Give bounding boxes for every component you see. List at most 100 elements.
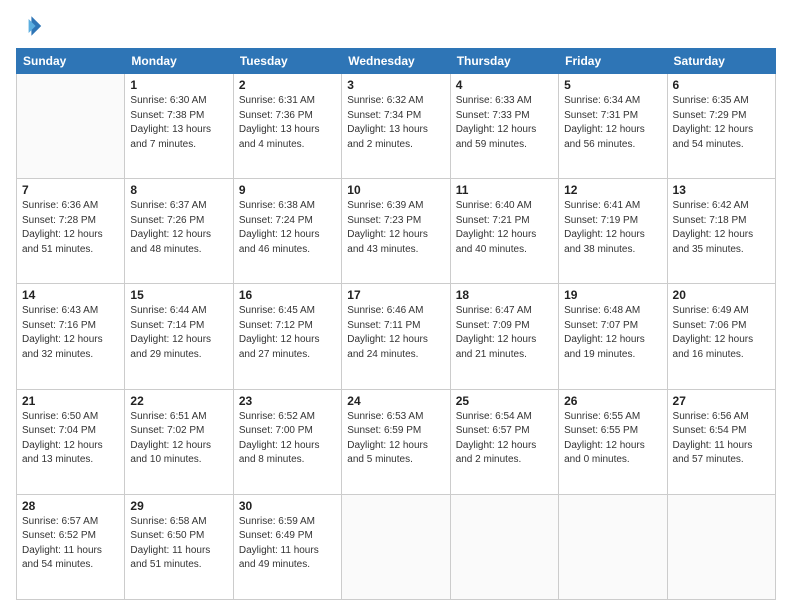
day-number: 6 xyxy=(673,78,770,92)
day-number: 23 xyxy=(239,394,336,408)
calendar-cell: 9 Sunrise: 6:38 AM Sunset: 7:24 PM Daylig… xyxy=(233,179,341,284)
calendar-cell: 12 Sunrise: 6:41 AM Sunset: 7:19 PM Dayli… xyxy=(559,179,667,284)
calendar-cell: 6 Sunrise: 6:35 AM Sunset: 7:29 PM Daylig… xyxy=(667,74,775,179)
calendar-cell: 18 Sunrise: 6:47 AM Sunset: 7:09 PM Dayli… xyxy=(450,284,558,389)
day-info: Sunrise: 6:30 AM Sunset: 7:38 PM Dayligh… xyxy=(130,94,227,152)
calendar-cell: 15 Sunrise: 6:44 AM Sunset: 7:14 PM Dayli… xyxy=(125,284,233,389)
day-number: 24 xyxy=(347,394,444,408)
day-info: Sunrise: 6:46 AM Sunset: 7:11 PM Dayligh… xyxy=(347,304,444,362)
week-row-2: 14 Sunrise: 6:43 AM Sunset: 7:16 PM Dayli… xyxy=(17,284,776,389)
day-info: Sunrise: 6:51 AM Sunset: 7:02 PM Dayligh… xyxy=(130,410,227,468)
weekday-header-monday: Monday xyxy=(125,49,233,74)
day-number: 5 xyxy=(564,78,661,92)
day-number: 9 xyxy=(239,183,336,197)
day-info: Sunrise: 6:48 AM Sunset: 7:07 PM Dayligh… xyxy=(564,304,661,362)
page: SundayMondayTuesdayWednesdayThursdayFrid… xyxy=(0,0,792,612)
header xyxy=(16,12,776,40)
day-number: 3 xyxy=(347,78,444,92)
day-number: 15 xyxy=(130,288,227,302)
calendar-cell: 4 Sunrise: 6:33 AM Sunset: 7:33 PM Daylig… xyxy=(450,74,558,179)
day-info: Sunrise: 6:54 AM Sunset: 6:57 PM Dayligh… xyxy=(456,410,553,468)
calendar-cell xyxy=(342,494,450,599)
day-number: 11 xyxy=(456,183,553,197)
calendar-cell: 2 Sunrise: 6:31 AM Sunset: 7:36 PM Daylig… xyxy=(233,74,341,179)
day-info: Sunrise: 6:33 AM Sunset: 7:33 PM Dayligh… xyxy=(456,94,553,152)
day-number: 26 xyxy=(564,394,661,408)
calendar-cell: 30Sunrise: 6:59 AM Sunset: 6:49 PM Dayli… xyxy=(233,494,341,599)
day-info: Sunrise: 6:47 AM Sunset: 7:09 PM Dayligh… xyxy=(456,304,553,362)
weekday-header-wednesday: Wednesday xyxy=(342,49,450,74)
day-info: Sunrise: 6:34 AM Sunset: 7:31 PM Dayligh… xyxy=(564,94,661,152)
day-info: Sunrise: 6:43 AM Sunset: 7:16 PM Dayligh… xyxy=(22,304,119,362)
day-number: 8 xyxy=(130,183,227,197)
day-number: 12 xyxy=(564,183,661,197)
day-info: Sunrise: 6:49 AM Sunset: 7:06 PM Dayligh… xyxy=(673,304,770,362)
calendar-cell: 13Sunrise: 6:42 AM Sunset: 7:18 PM Dayli… xyxy=(667,179,775,284)
calendar-cell: 25 Sunrise: 6:54 AM Sunset: 6:57 PM Dayli… xyxy=(450,389,558,494)
day-info: Sunrise: 6:32 AM Sunset: 7:34 PM Dayligh… xyxy=(347,94,444,152)
day-info: Sunrise: 6:45 AM Sunset: 7:12 PM Dayligh… xyxy=(239,304,336,362)
day-number: 17 xyxy=(347,288,444,302)
day-number: 16 xyxy=(239,288,336,302)
day-number: 20 xyxy=(673,288,770,302)
day-info: Sunrise: 6:37 AM Sunset: 7:26 PM Dayligh… xyxy=(130,199,227,257)
day-info: Sunrise: 6:38 AM Sunset: 7:24 PM Dayligh… xyxy=(239,199,336,257)
weekday-header-friday: Friday xyxy=(559,49,667,74)
day-info: Sunrise: 6:57 AM Sunset: 6:52 PM Dayligh… xyxy=(22,515,119,573)
day-info: Sunrise: 6:41 AM Sunset: 7:19 PM Dayligh… xyxy=(564,199,661,257)
calendar-cell: 20 Sunrise: 6:49 AM Sunset: 7:06 PM Dayli… xyxy=(667,284,775,389)
calendar-cell xyxy=(667,494,775,599)
calendar-cell: 10 Sunrise: 6:39 AM Sunset: 7:23 PM Dayli… xyxy=(342,179,450,284)
day-info: Sunrise: 6:58 AM Sunset: 6:50 PM Dayligh… xyxy=(130,515,227,573)
calendar-cell: 16 Sunrise: 6:45 AM Sunset: 7:12 PM Dayli… xyxy=(233,284,341,389)
weekday-header-saturday: Saturday xyxy=(667,49,775,74)
day-info: Sunrise: 6:53 AM Sunset: 6:59 PM Dayligh… xyxy=(347,410,444,468)
calendar-cell: 5 Sunrise: 6:34 AM Sunset: 7:31 PM Daylig… xyxy=(559,74,667,179)
weekday-header-tuesday: Tuesday xyxy=(233,49,341,74)
day-info: Sunrise: 6:35 AM Sunset: 7:29 PM Dayligh… xyxy=(673,94,770,152)
week-row-1: 7 Sunrise: 6:36 AM Sunset: 7:28 PM Daylig… xyxy=(17,179,776,284)
calendar-cell xyxy=(17,74,125,179)
week-row-4: 28 Sunrise: 6:57 AM Sunset: 6:52 PM Dayli… xyxy=(17,494,776,599)
calendar-cell: 7 Sunrise: 6:36 AM Sunset: 7:28 PM Daylig… xyxy=(17,179,125,284)
day-number: 2 xyxy=(239,78,336,92)
day-number: 29 xyxy=(130,499,227,513)
day-number: 1 xyxy=(130,78,227,92)
day-number: 14 xyxy=(22,288,119,302)
day-info: Sunrise: 6:39 AM Sunset: 7:23 PM Dayligh… xyxy=(347,199,444,257)
logo-icon xyxy=(16,12,44,40)
day-info: Sunrise: 6:31 AM Sunset: 7:36 PM Dayligh… xyxy=(239,94,336,152)
day-info: Sunrise: 6:55 AM Sunset: 6:55 PM Dayligh… xyxy=(564,410,661,468)
day-info: Sunrise: 6:50 AM Sunset: 7:04 PM Dayligh… xyxy=(22,410,119,468)
day-number: 21 xyxy=(22,394,119,408)
day-number: 13 xyxy=(673,183,770,197)
day-number: 7 xyxy=(22,183,119,197)
day-number: 22 xyxy=(130,394,227,408)
weekday-header-row: SundayMondayTuesdayWednesdayThursdayFrid… xyxy=(17,49,776,74)
calendar-cell: 29 Sunrise: 6:58 AM Sunset: 6:50 PM Dayli… xyxy=(125,494,233,599)
day-info: Sunrise: 6:44 AM Sunset: 7:14 PM Dayligh… xyxy=(130,304,227,362)
day-number: 4 xyxy=(456,78,553,92)
logo xyxy=(16,12,48,40)
day-number: 18 xyxy=(456,288,553,302)
weekday-header-sunday: Sunday xyxy=(17,49,125,74)
day-info: Sunrise: 6:36 AM Sunset: 7:28 PM Dayligh… xyxy=(22,199,119,257)
calendar-cell: 19 Sunrise: 6:48 AM Sunset: 7:07 PM Dayli… xyxy=(559,284,667,389)
calendar-cell: 14 Sunrise: 6:43 AM Sunset: 7:16 PM Dayli… xyxy=(17,284,125,389)
day-number: 19 xyxy=(564,288,661,302)
day-info: Sunrise: 6:59 AM Sunset: 6:49 PM Dayligh… xyxy=(239,515,336,573)
calendar-cell xyxy=(559,494,667,599)
calendar-cell: 22 Sunrise: 6:51 AM Sunset: 7:02 PM Dayli… xyxy=(125,389,233,494)
week-row-3: 21 Sunrise: 6:50 AM Sunset: 7:04 PM Dayli… xyxy=(17,389,776,494)
week-row-0: 1 Sunrise: 6:30 AM Sunset: 7:38 PM Daylig… xyxy=(17,74,776,179)
calendar-cell xyxy=(450,494,558,599)
calendar-cell: 24 Sunrise: 6:53 AM Sunset: 6:59 PM Dayli… xyxy=(342,389,450,494)
day-number: 28 xyxy=(22,499,119,513)
calendar-cell: 3 Sunrise: 6:32 AM Sunset: 7:34 PM Daylig… xyxy=(342,74,450,179)
calendar-cell: 26 Sunrise: 6:55 AM Sunset: 6:55 PM Dayli… xyxy=(559,389,667,494)
day-number: 10 xyxy=(347,183,444,197)
day-number: 25 xyxy=(456,394,553,408)
calendar-cell: 21 Sunrise: 6:50 AM Sunset: 7:04 PM Dayli… xyxy=(17,389,125,494)
day-number: 27 xyxy=(673,394,770,408)
day-info: Sunrise: 6:52 AM Sunset: 7:00 PM Dayligh… xyxy=(239,410,336,468)
